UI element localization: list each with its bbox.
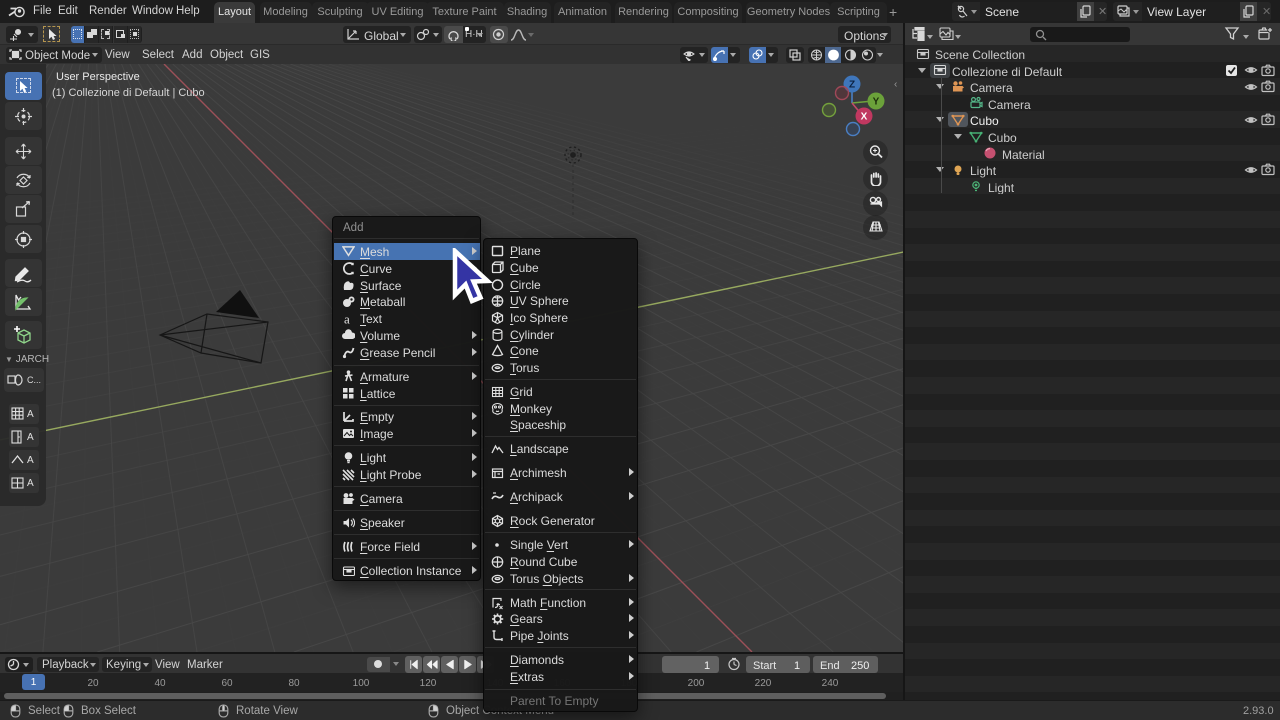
svg-text:Z: Z	[849, 80, 855, 91]
svg-text:Y: Y	[873, 97, 880, 108]
svg-text:X: X	[861, 112, 868, 123]
svg-text:a: a	[344, 312, 350, 325]
